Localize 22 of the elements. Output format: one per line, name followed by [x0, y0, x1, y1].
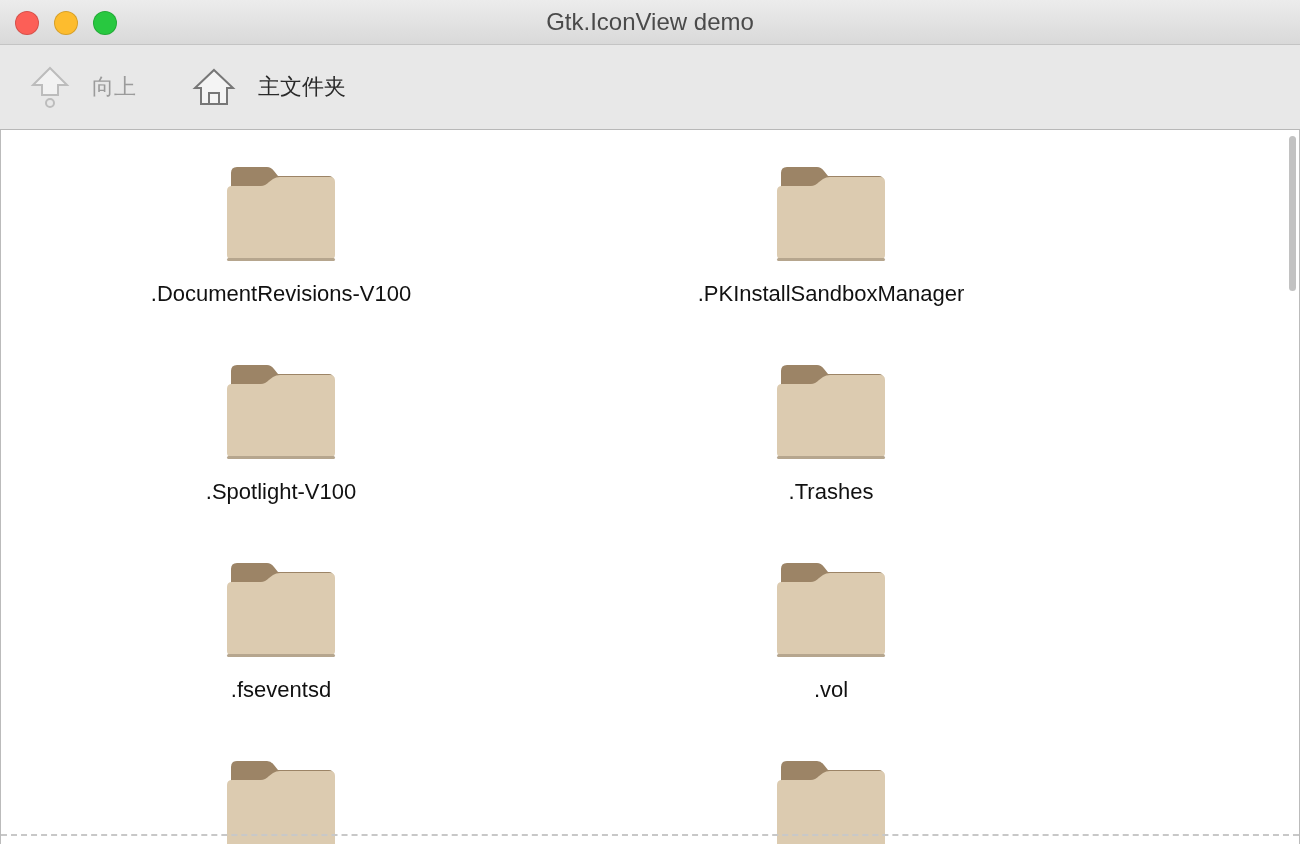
close-button[interactable] [15, 11, 39, 35]
folder-icon [775, 561, 887, 659]
folder-label: .PKInstallSandboxManager [697, 281, 965, 307]
folder-icon [775, 759, 887, 844]
up-arrow-icon [30, 65, 70, 109]
folder-label: .Trashes [788, 479, 874, 505]
window-title: Gtk.IconView demo [546, 8, 754, 36]
minimize-button[interactable] [54, 11, 78, 35]
folder-icon [225, 759, 337, 844]
folder-icon [775, 165, 887, 263]
home-icon [192, 67, 236, 107]
home-button[interactable]: 主文件夹 [192, 67, 346, 107]
folder-label: .Spotlight-V100 [205, 479, 357, 505]
folder-icon [225, 561, 337, 659]
folder-icon [225, 165, 337, 263]
folder-icon [225, 363, 337, 461]
scrollbar-thumb[interactable] [1289, 136, 1296, 291]
folder-label: .DocumentRevisions-V100 [150, 281, 412, 307]
folder-label: .fseventsd [230, 677, 332, 703]
folder-label: .vol [813, 677, 849, 703]
folder-icon [775, 363, 887, 461]
maximize-button[interactable] [93, 11, 117, 35]
